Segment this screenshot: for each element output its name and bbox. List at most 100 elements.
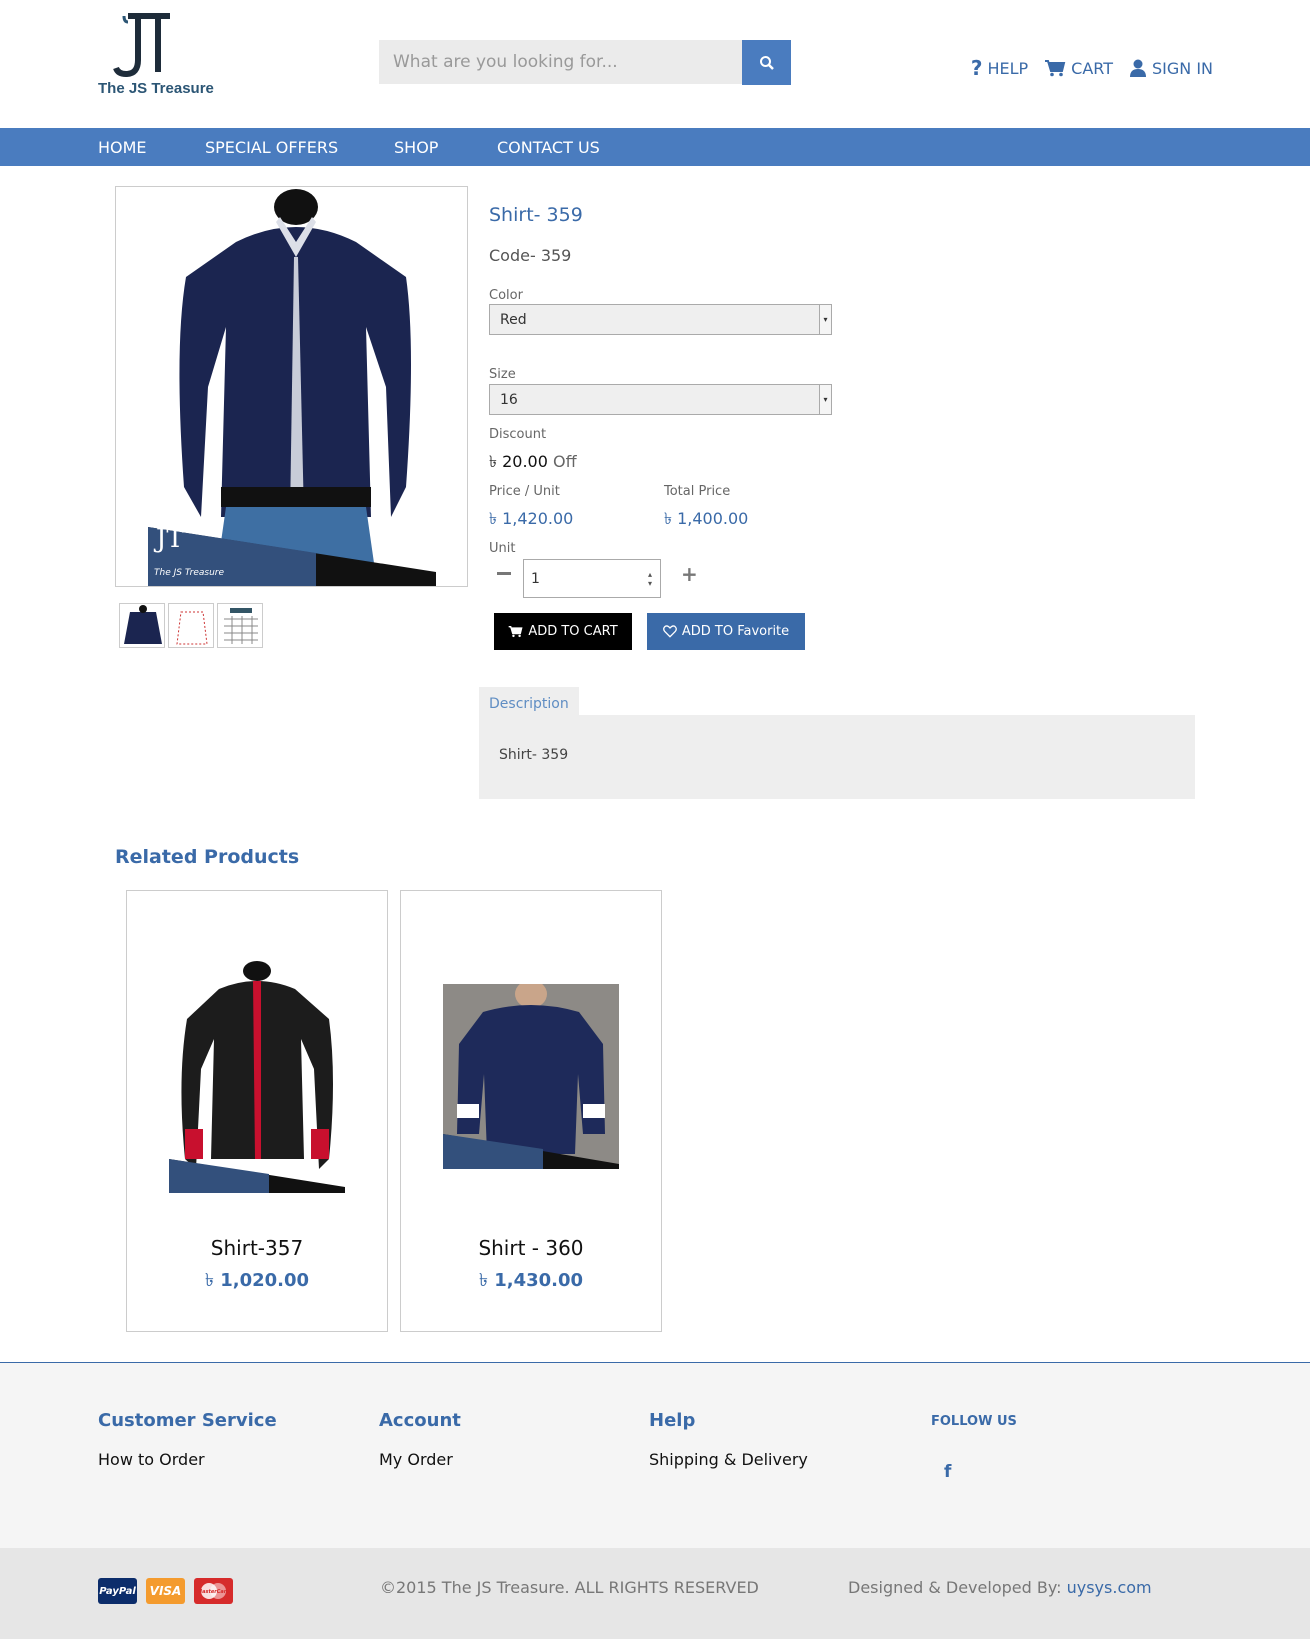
thumbnail-2[interactable] — [168, 603, 214, 648]
mastercard-icon: MasterCard — [194, 1578, 233, 1604]
total-price-label: Total Price — [664, 484, 731, 499]
product-price-amount: 1,430.00 — [494, 1270, 584, 1291]
signin-link[interactable]: SIGN IN — [1129, 56, 1213, 80]
plus-icon[interactable]: + — [681, 562, 698, 586]
add-to-cart-button[interactable]: ADD TO CART — [494, 613, 632, 650]
how-to-order-link[interactable]: How to Order — [98, 1450, 205, 1469]
product-code: Code- 359 — [489, 246, 572, 265]
user-icon — [1129, 59, 1146, 77]
description-panel — [479, 715, 1195, 799]
minus-icon[interactable] — [497, 572, 511, 575]
cart-label: CART — [1071, 58, 1113, 78]
discount-amount: 20.00 — [502, 452, 548, 471]
search-icon — [759, 55, 774, 70]
site-logo[interactable]: The JS Treasure — [98, 10, 218, 100]
thumbnail-shirt-icon — [124, 605, 162, 644]
designed-by: Designed & Developed By: uysys.com — [848, 1578, 1152, 1597]
add-to-favorite-label: ADD TO Favorite — [681, 624, 790, 639]
cart-icon — [508, 626, 523, 638]
product-name[interactable]: Shirt-357 — [127, 1236, 387, 1260]
color-value: Red — [500, 311, 527, 328]
product-image — [169, 959, 345, 1193]
copyright-text: ©2015 The JS Treasure. ALL RIGHTS RESERV… — [380, 1578, 759, 1597]
search-button[interactable] — [742, 40, 791, 85]
size-label: Size — [489, 367, 516, 382]
description-text: Shirt- 359 — [499, 747, 569, 763]
top-links: ? HELP CART SIGN IN — [971, 56, 1213, 80]
total-price-amount: 1,400.00 — [677, 509, 749, 528]
product-main-image[interactable]: JT The JS Treasure — [115, 186, 468, 587]
product-image — [443, 984, 619, 1169]
follow-us-heading: FOLLOW US — [931, 1414, 1017, 1429]
cart-link[interactable]: CART — [1044, 56, 1113, 80]
search-placeholder: What are you looking for... — [393, 52, 618, 72]
price-unit-value: ৳ 1,420.00 — [489, 506, 573, 533]
related-product-card[interactable]: Shirt-357 ৳ 1,020.00 — [126, 890, 388, 1332]
product-name[interactable]: Shirt - 360 — [401, 1236, 661, 1260]
help-heading: Help — [649, 1410, 696, 1431]
discount-label: Discount — [489, 427, 547, 442]
total-price-value: ৳ 1,400.00 — [664, 506, 748, 533]
size-select[interactable]: 16 ▾ — [489, 384, 832, 415]
thumbnail-sketch-icon — [176, 611, 208, 645]
product-price: ৳ 1,430.00 — [401, 1266, 661, 1297]
discount-suffix: Off — [552, 452, 577, 471]
customer-service-heading: Customer Service — [98, 1410, 277, 1431]
unit-quantity-input[interactable]: 1 ▴ ▾ — [523, 559, 661, 598]
question-icon: ? — [970, 56, 983, 80]
signin-label: SIGN IN — [1151, 58, 1213, 78]
unit-value: 1 — [531, 570, 540, 587]
currency-icon: ৳ — [478, 1270, 488, 1291]
help-link[interactable]: ? HELP — [971, 56, 1028, 80]
search-input[interactable]: What are you looking for... — [379, 40, 743, 84]
price-unit-label: Price / Unit — [489, 484, 560, 499]
designed-by-label: Designed & Developed By: — [848, 1578, 1062, 1597]
price-unit-amount: 1,420.00 — [502, 509, 574, 528]
svg-text:MasterCard: MasterCard — [197, 1589, 230, 1595]
visa-icon: VISA — [146, 1578, 185, 1604]
watermark-text: The JS Treasure — [154, 568, 224, 578]
currency-icon: ৳ — [489, 452, 497, 471]
unit-label: Unit — [489, 541, 516, 556]
thumbnail-1[interactable] — [119, 603, 165, 648]
main-nav: HOME SPECIAL OFFERS SHOP CONTACT US — [0, 128, 1310, 166]
related-product-card[interactable]: Shirt - 360 ৳ 1,430.00 — [400, 890, 662, 1332]
tab-description[interactable]: Description — [479, 687, 579, 715]
color-label: Color — [489, 288, 523, 303]
nav-contact-us[interactable]: CONTACT US — [497, 138, 600, 157]
account-heading: Account — [379, 1410, 461, 1431]
currency-icon: ৳ — [204, 1270, 214, 1291]
currency-icon: ৳ — [664, 509, 672, 528]
dropdown-arrow-icon: ▾ — [819, 385, 831, 414]
shirt-image: JT The JS Treasure — [116, 187, 467, 586]
stepper-arrows-icon[interactable]: ▴ ▾ — [648, 570, 652, 588]
paypal-icon: PayPal — [98, 1578, 137, 1604]
cart-icon — [1045, 60, 1066, 77]
thumbnail-size-chart-icon — [224, 608, 258, 644]
svg-text:JT: JT — [153, 524, 184, 554]
product-price: ৳ 1,020.00 — [127, 1266, 387, 1297]
nav-special-offers[interactable]: SPECIAL OFFERS — [205, 138, 338, 157]
my-order-link[interactable]: My Order — [379, 1450, 453, 1469]
size-value: 16 — [500, 391, 518, 408]
thumbnail-3[interactable] — [217, 603, 263, 648]
add-to-cart-label: ADD TO CART — [528, 624, 618, 639]
logo-mark-icon — [113, 13, 170, 78]
product-price-amount: 1,020.00 — [220, 1270, 310, 1291]
nav-home[interactable]: HOME — [98, 138, 147, 157]
shipping-delivery-link[interactable]: Shipping & Delivery — [649, 1450, 808, 1469]
facebook-icon[interactable]: f — [944, 1462, 951, 1482]
heart-icon — [662, 625, 677, 638]
designer-link[interactable]: uysys.com — [1067, 1578, 1152, 1597]
brand-name: The JS Treasure — [98, 80, 214, 97]
color-select[interactable]: Red ▾ — [489, 304, 832, 335]
help-label: HELP — [987, 58, 1029, 78]
nav-shop[interactable]: SHOP — [394, 138, 438, 157]
mastercard-logo: MasterCard — [197, 1583, 230, 1599]
dropdown-arrow-icon: ▾ — [819, 305, 831, 334]
currency-icon: ৳ — [489, 509, 497, 528]
related-products-title: Related Products — [115, 846, 300, 868]
discount-value: ৳ 20.00 Off — [489, 449, 577, 476]
add-to-favorite-button[interactable]: ADD TO Favorite — [647, 613, 805, 650]
product-title: Shirt- 359 — [489, 204, 583, 226]
